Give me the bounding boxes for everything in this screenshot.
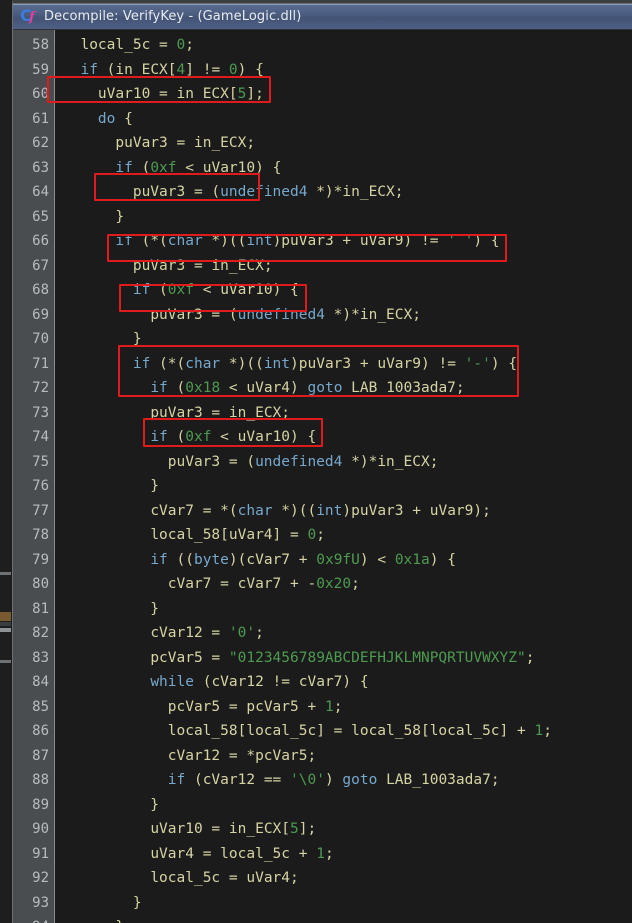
code-line[interactable]: local_58[local_5c] = local_58[local_5c] … <box>55 719 632 744</box>
line-number: 73 <box>32 404 49 421</box>
code-line[interactable]: } <box>55 915 632 923</box>
background-artifact <box>0 622 11 626</box>
code-line[interactable]: cVar7 = cVar7 + -0x20; <box>55 572 632 597</box>
line-number: 61 <box>32 110 49 127</box>
code-line[interactable]: pcVar5 = "0123456789ABCDEFHJKLMNPQRTUVWX… <box>55 646 632 671</box>
decompiled-code-area[interactable]: 58 59 60 61 62 63 64 65 66 67 68 69 70 71 72 73 74 75 76 77… <box>13 30 632 923</box>
code-line[interactable]: } <box>55 597 632 622</box>
code-line[interactable]: cVar12 = '0'; <box>55 621 632 646</box>
line-number: 86 <box>32 723 49 739</box>
code-line[interactable]: if (0xf < uVar10) { <box>55 425 632 450</box>
code-line[interactable]: if ((byte)(cVar7 + 0x9fU) < 0x1a) { <box>55 548 632 573</box>
line-number: 65 <box>32 208 49 225</box>
line-number: 88 <box>32 772 49 788</box>
line-number: 94 <box>13 915 54 923</box>
background-artifact <box>0 572 11 575</box>
code-line[interactable]: pcVar5 = pcVar5 + 1; <box>55 695 632 720</box>
code-line[interactable]: local_58[uVar4] = 0; <box>55 523 632 548</box>
line-number: 81 <box>32 600 49 617</box>
line-number: 92 <box>32 870 49 886</box>
code-line[interactable]: puVar3 = in_ECX; <box>55 401 632 426</box>
line-number: 59 <box>32 61 49 78</box>
line-number: 82 <box>32 625 49 641</box>
code-line[interactable]: if (cVar12 == '\0') goto LAB_1003ada7; <box>55 768 632 793</box>
background-artifact <box>0 612 11 621</box>
code-line[interactable]: } <box>55 205 632 230</box>
code-line[interactable]: cVar12 = *pcVar5; <box>55 744 632 769</box>
line-number: 67 <box>32 257 49 274</box>
code-line[interactable]: if (*(char *)((int)puVar3 + uVar9) != ' … <box>55 229 632 254</box>
line-number: 90 <box>32 821 49 837</box>
line-number: 83 <box>32 649 49 666</box>
code-line[interactable]: puVar3 = (undefined4 *)*in_ECX; <box>55 303 632 328</box>
code-line[interactable]: puVar3 = in_ECX; <box>55 131 632 156</box>
code-line[interactable]: local_5c = uVar4; <box>55 866 632 891</box>
code-line[interactable]: uVar4 = local_5c + 1; <box>55 842 632 867</box>
code-line[interactable]: } <box>55 327 632 352</box>
code-lines-container[interactable]: local_5c = 0; if (in_ECX[4] != 0) { uVar… <box>55 30 632 923</box>
code-line[interactable]: } <box>55 793 632 818</box>
line-number-gutter: 58 59 60 61 62 63 64 65 66 67 68 69 70 71 72 73 74 75 76 77… <box>13 30 55 923</box>
line-number: 76 <box>32 478 49 494</box>
line-number: 66 <box>32 233 49 249</box>
desktop-background: C f Decompile: VerifyKey - (GameLogic.dl… <box>0 0 632 923</box>
decompiler-window: C f Decompile: VerifyKey - (GameLogic.dl… <box>12 3 632 923</box>
line-number: 91 <box>32 845 49 862</box>
code-line[interactable]: local_5c = 0; <box>55 33 632 58</box>
code-line[interactable]: } <box>55 474 632 499</box>
line-number: 71 <box>32 355 49 372</box>
line-number: 72 <box>32 380 49 396</box>
line-number: 80 <box>32 576 49 592</box>
icon-letter-f: f <box>29 9 35 25</box>
code-line[interactable]: if (0x18 < uVar4) goto LAB_1003ada7; <box>55 376 632 401</box>
decompiler-function-icon: C f <box>20 6 38 26</box>
code-line[interactable]: uVar10 = in_ECX[5]; <box>55 817 632 842</box>
line-number: 93 <box>32 894 49 911</box>
code-line[interactable]: do { <box>55 107 632 132</box>
background-artifact <box>0 660 11 663</box>
code-line[interactable]: cVar7 = *(char *)((int)puVar3 + uVar9); <box>55 499 632 524</box>
code-line[interactable]: puVar3 = in_ECX; <box>55 254 632 279</box>
line-number: 87 <box>32 747 49 764</box>
line-number: 89 <box>32 796 49 813</box>
background-artifact <box>0 628 11 632</box>
code-line[interactable]: uVar10 = in_ECX[5]; <box>55 82 632 107</box>
line-number: 58 <box>32 37 49 53</box>
line-number: 74 <box>32 429 49 445</box>
code-line[interactable]: if (*(char *)((int)puVar3 + uVar9) != '-… <box>55 352 632 377</box>
line-number: 60 <box>32 86 49 102</box>
line-number: 75 <box>32 453 49 470</box>
line-number: 62 <box>32 135 49 151</box>
window-title: Decompile: VerifyKey - (GameLogic.dll) <box>44 9 302 24</box>
code-line[interactable]: if (0xf < uVar10) { <box>55 156 632 181</box>
line-number: 64 <box>32 184 49 200</box>
window-title-bar[interactable]: C f Decompile: VerifyKey - (GameLogic.dl… <box>13 4 632 30</box>
line-number: 68 <box>32 282 49 298</box>
line-number: 79 <box>32 551 49 568</box>
line-number: 63 <box>32 159 49 176</box>
line-number: 77 <box>32 502 49 519</box>
code-line[interactable]: if (in_ECX[4] != 0) { <box>55 58 632 83</box>
code-line[interactable]: puVar3 = (undefined4 *)*in_ECX; <box>55 450 632 475</box>
code-line[interactable]: if (0xf < uVar10) { <box>55 278 632 303</box>
code-line[interactable]: while (cVar12 != cVar7) { <box>55 670 632 695</box>
code-line[interactable]: } <box>55 891 632 916</box>
line-number: 69 <box>32 306 49 323</box>
line-number: 84 <box>32 674 49 690</box>
line-number: 70 <box>32 331 49 347</box>
line-number: 85 <box>32 698 49 715</box>
code-line[interactable]: puVar3 = (undefined4 *)*in_ECX; <box>55 180 632 205</box>
line-number: 78 <box>32 527 49 543</box>
